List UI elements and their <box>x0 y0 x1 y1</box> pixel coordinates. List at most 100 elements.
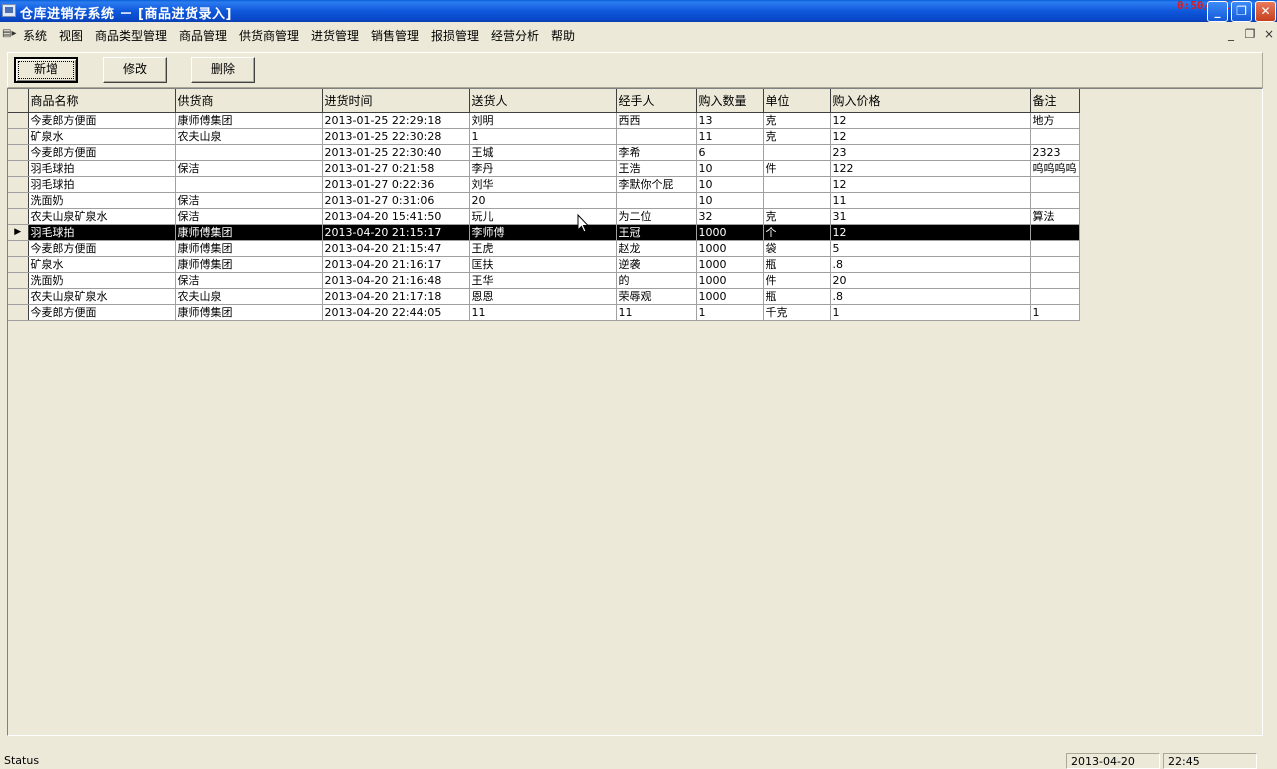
row-selector[interactable] <box>8 144 29 161</box>
row-selector[interactable] <box>8 128 29 145</box>
add-button[interactable]: 新增 <box>14 57 78 83</box>
table-cell[interactable]: 保洁 <box>175 192 323 209</box>
table-cell[interactable]: 呜呜呜呜 <box>1030 160 1080 177</box>
table-cell[interactable]: 5 <box>830 240 1031 257</box>
table-cell[interactable]: 2013-01-25 22:29:18 <box>322 112 470 129</box>
delete-button[interactable]: 删除 <box>191 57 255 83</box>
table-cell[interactable]: 刘华 <box>469 176 617 193</box>
table-cell[interactable]: 20 <box>469 192 617 209</box>
table-cell[interactable]: 件 <box>763 160 831 177</box>
table-cell[interactable]: 农夫山泉矿泉水 <box>28 288 176 305</box>
table-cell[interactable] <box>1030 128 1080 145</box>
table-cell[interactable]: 2013-04-20 21:15:47 <box>322 240 470 257</box>
table-cell[interactable]: 12 <box>830 224 1031 241</box>
table-cell[interactable]: 王冠 <box>616 224 697 241</box>
row-selector[interactable] <box>8 304 29 321</box>
table-row[interactable]: 羽毛球拍 保洁 2013-01-27 0:21:58 李丹 王浩 10 件 122 呜呜呜呜 <box>8 160 1080 177</box>
table-cell[interactable]: 6 <box>696 144 764 161</box>
table-cell[interactable] <box>175 144 323 161</box>
row-selector[interactable] <box>8 160 29 177</box>
table-cell[interactable]: 荣辱观 <box>616 288 697 305</box>
row-selector[interactable] <box>8 240 29 257</box>
table-cell[interactable]: 玩儿 <box>469 208 617 225</box>
table-cell[interactable]: 今麦郎方便面 <box>28 112 176 129</box>
table-cell[interactable]: 逆袭 <box>616 256 697 273</box>
column-header[interactable]: 购入价格 <box>830 89 1031 113</box>
table-cell[interactable]: 康师傅集团 <box>175 112 323 129</box>
table-cell[interactable]: 洗面奶 <box>28 272 176 289</box>
column-header[interactable]: 供货商 <box>175 89 323 113</box>
menu-sales-management[interactable]: 销售管理 <box>371 27 419 44</box>
menu-purchase-management[interactable]: 进货管理 <box>311 27 359 44</box>
table-cell[interactable]: 个 <box>763 224 831 241</box>
table-cell[interactable]: 今麦郎方便面 <box>28 304 176 321</box>
table-row[interactable]: ▶ 羽毛球拍 康师傅集团 2013-04-20 21:15:17 李师傅 王冠 1000 个 1… <box>8 224 1080 241</box>
table-cell[interactable]: 农夫山泉 <box>175 288 323 305</box>
table-cell[interactable]: 件 <box>763 272 831 289</box>
table-cell[interactable]: 王华 <box>469 272 617 289</box>
table-cell[interactable] <box>763 144 831 161</box>
column-header[interactable]: 商品名称 <box>28 89 176 113</box>
table-cell[interactable]: 2013-01-25 22:30:40 <box>322 144 470 161</box>
table-cell[interactable]: 矿泉水 <box>28 128 176 145</box>
table-cell[interactable] <box>1030 288 1080 305</box>
table-cell[interactable]: 地方 <box>1030 112 1080 129</box>
row-selector[interactable]: ▶ <box>8 224 29 241</box>
table-row[interactable]: 洗面奶 保洁 2013-01-27 0:31:06 20 10 11 <box>8 192 1080 209</box>
menu-help[interactable]: 帮助 <box>551 27 575 44</box>
maximize-button[interactable]: ❐ <box>1231 1 1252 22</box>
table-cell[interactable]: 康师傅集团 <box>175 304 323 321</box>
table-cell[interactable]: 矿泉水 <box>28 256 176 273</box>
table-cell[interactable]: 10 <box>696 192 764 209</box>
menu-view[interactable]: 视图 <box>59 27 83 44</box>
table-cell[interactable] <box>763 176 831 193</box>
table-cell[interactable] <box>1030 256 1080 273</box>
table-cell[interactable] <box>616 192 697 209</box>
table-cell[interactable]: 恩恩 <box>469 288 617 305</box>
table-cell[interactable]: .8 <box>830 256 1031 273</box>
menu-system[interactable]: 系统 <box>23 27 47 44</box>
table-cell[interactable]: 李默你个屁 <box>616 176 697 193</box>
app-icon[interactable] <box>2 4 16 17</box>
table-cell[interactable]: 康师傅集团 <box>175 224 323 241</box>
column-header[interactable]: 经手人 <box>616 89 697 113</box>
column-header[interactable]: 单位 <box>763 89 831 113</box>
row-selector[interactable] <box>8 112 29 129</box>
menu-loss-management[interactable]: 报损管理 <box>431 27 479 44</box>
close-button[interactable]: ✕ <box>1255 1 1276 22</box>
table-cell[interactable]: 11 <box>616 304 697 321</box>
menu-category-management[interactable]: 商品类型管理 <box>95 27 167 44</box>
table-cell[interactable]: 李丹 <box>469 160 617 177</box>
table-cell[interactable]: 洗面奶 <box>28 192 176 209</box>
table-cell[interactable] <box>1030 240 1080 257</box>
table-cell[interactable]: 羽毛球拍 <box>28 176 176 193</box>
edit-button[interactable]: 修改 <box>103 57 167 83</box>
table-cell[interactable]: 10 <box>696 176 764 193</box>
table-cell[interactable]: 匡扶 <box>469 256 617 273</box>
table-cell[interactable]: 2013-01-27 0:21:58 <box>322 160 470 177</box>
table-cell[interactable]: 克 <box>763 112 831 129</box>
table-cell[interactable]: 2013-04-20 21:15:17 <box>322 224 470 241</box>
table-cell[interactable]: 1000 <box>696 224 764 241</box>
table-cell[interactable]: 农夫山泉矿泉水 <box>28 208 176 225</box>
table-row[interactable]: 矿泉水 农夫山泉 2013-01-25 22:30:28 1 11 克 12 <box>8 128 1080 145</box>
minimize-button[interactable]: _ <box>1207 1 1228 22</box>
table-cell[interactable] <box>175 176 323 193</box>
table-cell[interactable]: 克 <box>763 128 831 145</box>
menu-supplier-management[interactable]: 供货商管理 <box>239 27 299 44</box>
table-cell[interactable]: 算法 <box>1030 208 1080 225</box>
column-header[interactable]: 进货时间 <box>322 89 470 113</box>
menu-product-management[interactable]: 商品管理 <box>179 27 227 44</box>
table-cell[interactable]: 2013-04-20 22:44:05 <box>322 304 470 321</box>
table-cell[interactable]: 13 <box>696 112 764 129</box>
table-cell[interactable]: 李希 <box>616 144 697 161</box>
table-cell[interactable]: 羽毛球拍 <box>28 160 176 177</box>
purchase-grid[interactable]: 商品名称 供货商 进货时间 送货人 经手人 购入数量 单位 购入价格 备注 今麦… <box>8 89 1080 321</box>
row-selector[interactable] <box>8 272 29 289</box>
mdi-child-icon[interactable]: ▤▸ <box>2 28 18 40</box>
table-cell[interactable]: 今麦郎方便面 <box>28 240 176 257</box>
table-cell[interactable]: 10 <box>696 160 764 177</box>
table-cell[interactable]: 1000 <box>696 256 764 273</box>
table-row[interactable]: 农夫山泉矿泉水 农夫山泉 2013-04-20 21:17:18 恩恩 荣辱观 1000 瓶… <box>8 288 1080 305</box>
table-cell[interactable]: 31 <box>830 208 1031 225</box>
